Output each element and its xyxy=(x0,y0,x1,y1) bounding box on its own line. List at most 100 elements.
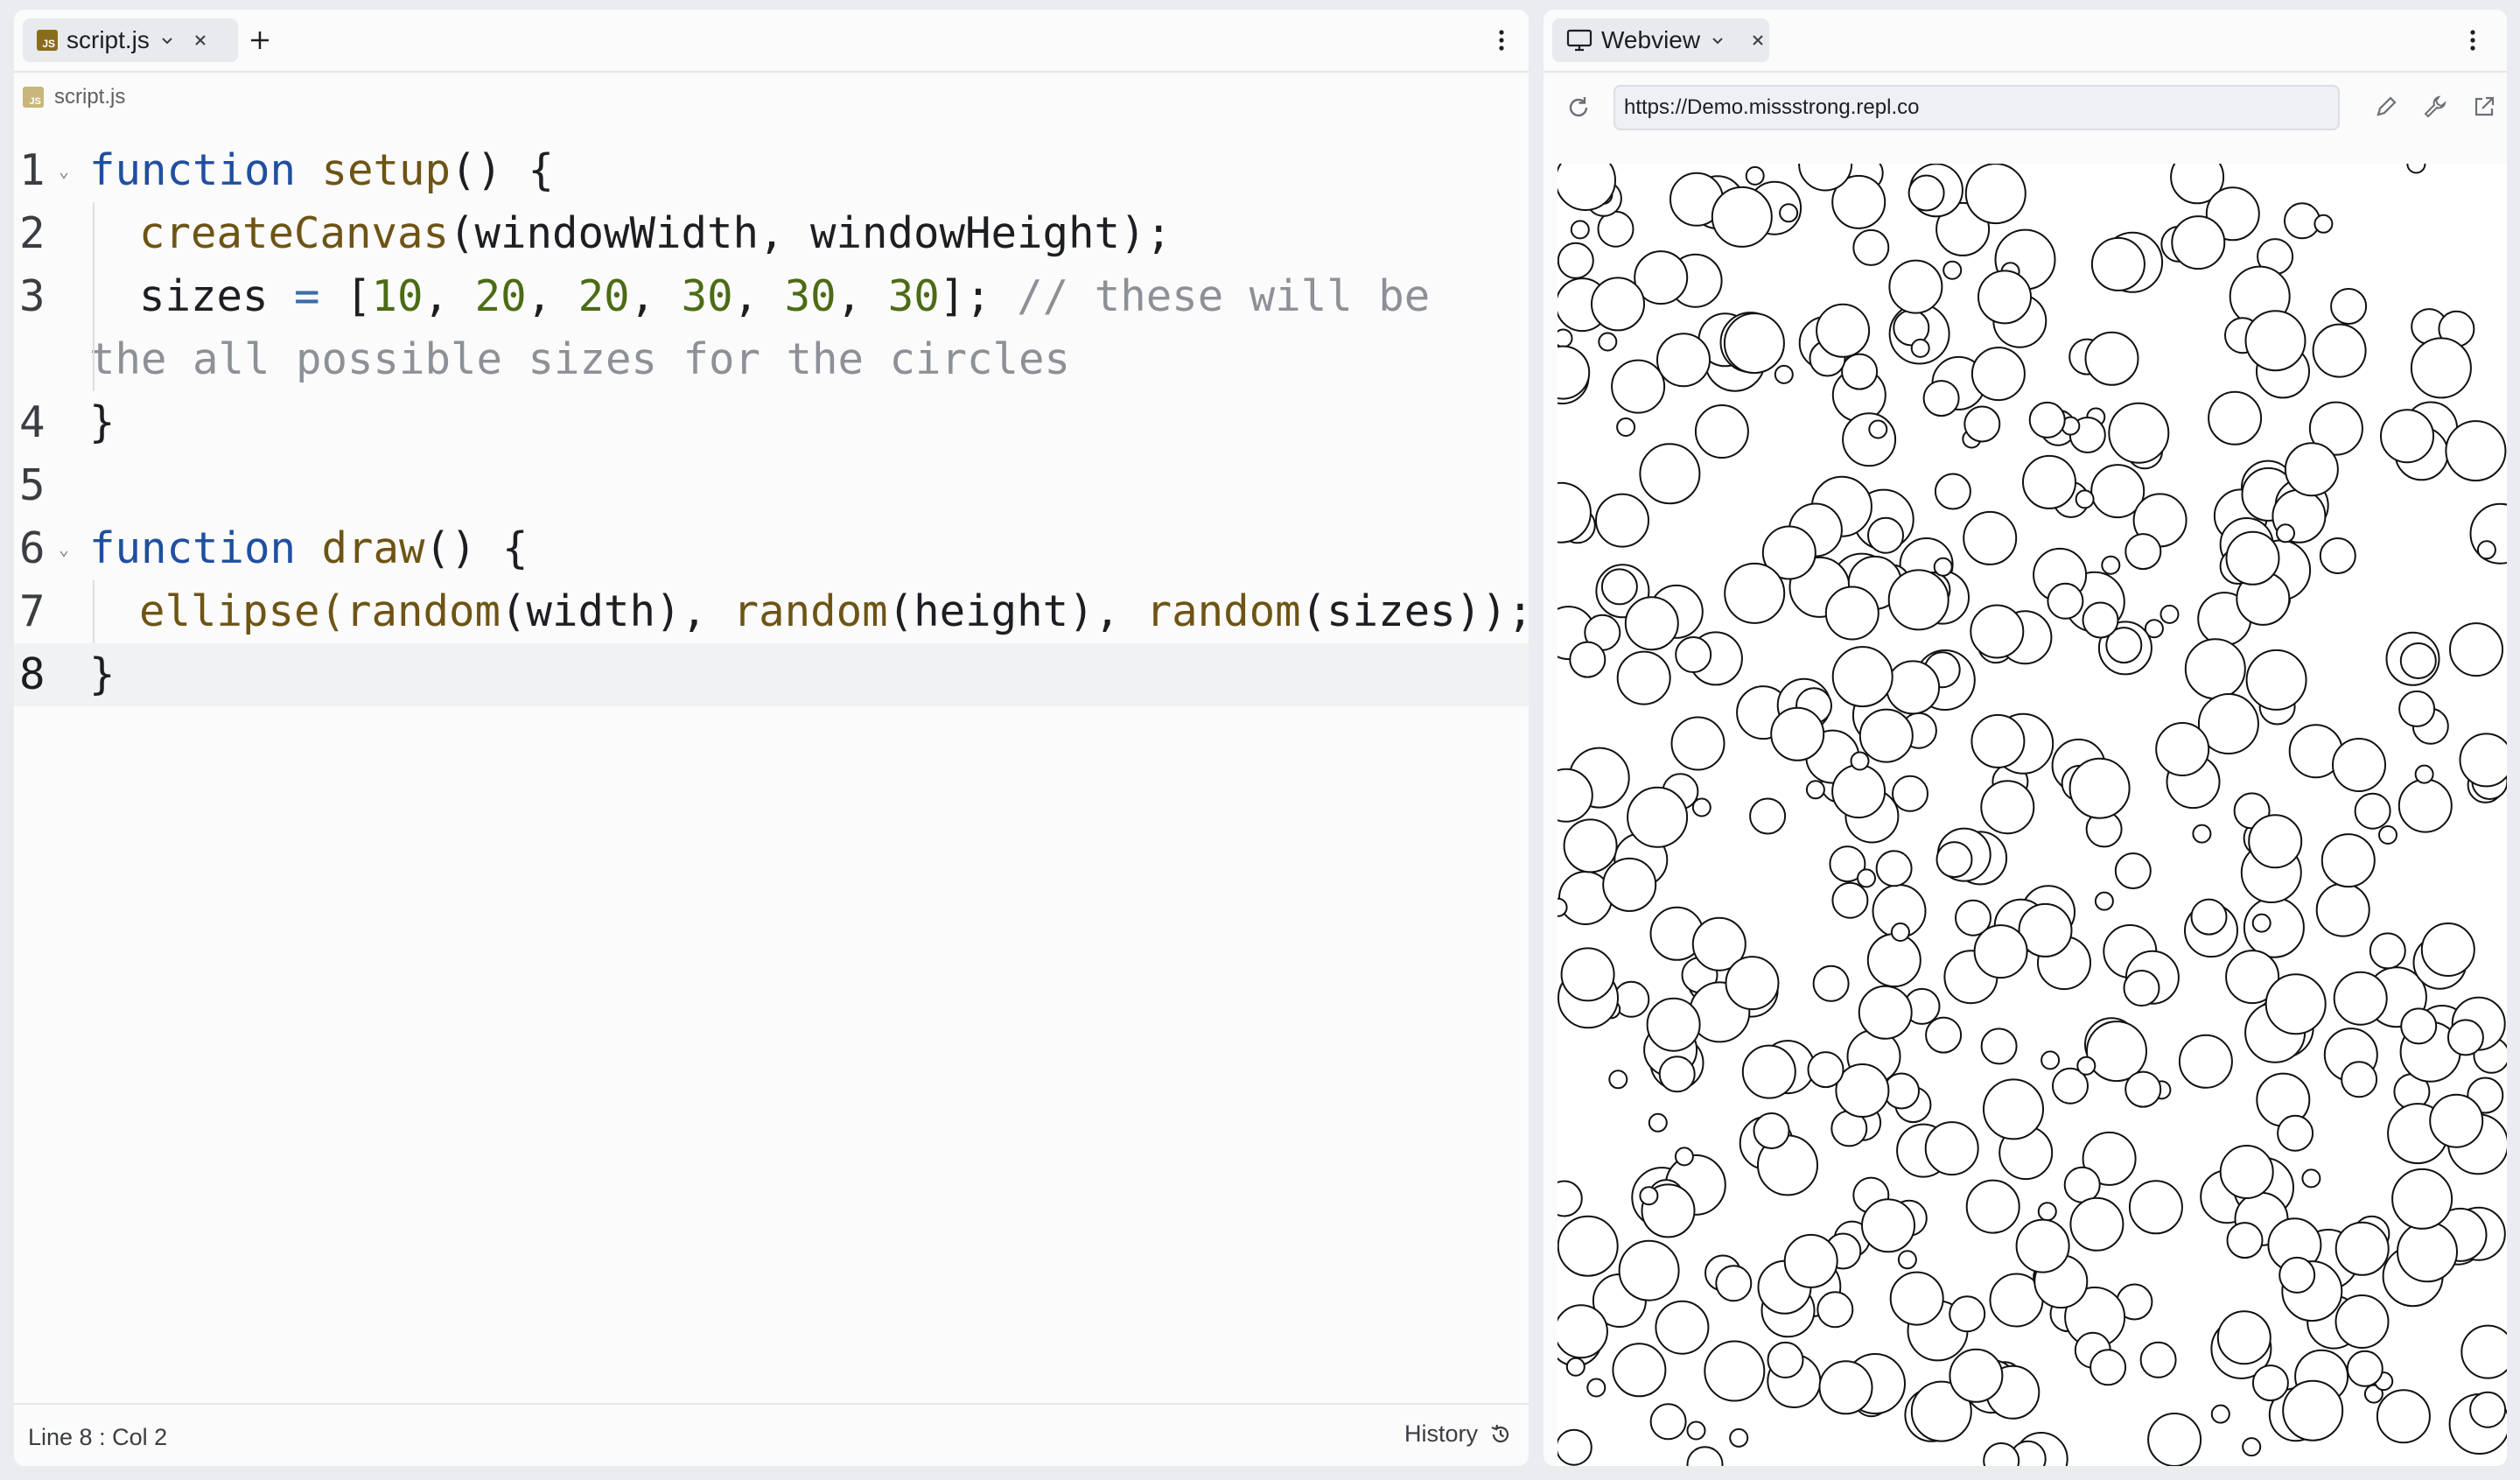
fold-chevron-icon[interactable]: ⌄ xyxy=(59,517,69,580)
code-text: } xyxy=(89,649,116,699)
code-line[interactable]: 7 ellipse(random(width), random(height),… xyxy=(14,580,1529,643)
code-editor[interactable]: 1 ⌄ function setup() { 2 createCanvas(wi… xyxy=(14,139,1529,706)
sketch-circle xyxy=(1807,1051,1844,1089)
sketch-circle xyxy=(2376,1389,2431,1444)
sketch-circle xyxy=(2124,533,2162,571)
new-tab-plus-icon[interactable] xyxy=(247,27,273,53)
sketch-circle xyxy=(2090,236,2146,291)
sketch-circle xyxy=(1783,1233,1838,1288)
function-name: ellipse xyxy=(139,586,320,636)
editor-more-options-icon[interactable] xyxy=(1488,27,1515,53)
webview-tabbar: Webview xyxy=(1544,10,2507,73)
sketch-circle xyxy=(1558,1428,1592,1466)
sketch-circle xyxy=(2251,1364,2289,1402)
function-name: setup xyxy=(321,145,452,195)
sketch-circle xyxy=(1964,405,2001,443)
code-comment-wrapped: the all possible sizes for the circles xyxy=(89,334,1071,384)
sketch-circle xyxy=(2147,1413,2202,1466)
sketch-circle xyxy=(2139,1341,2177,1378)
wrench-icon[interactable] xyxy=(2422,94,2448,120)
sketch-circle xyxy=(2178,1034,2233,1089)
tab-script-js[interactable]: JS script.js xyxy=(23,18,238,62)
chevron-down-icon[interactable] xyxy=(1711,33,1725,47)
sketch-circle xyxy=(1618,1239,1680,1301)
code-line[interactable]: 5 xyxy=(14,454,1529,517)
js-file-icon: JS xyxy=(37,30,58,51)
sketch-circle xyxy=(1656,333,1711,388)
pencil-icon[interactable] xyxy=(2373,94,2399,120)
sketch-circle xyxy=(1611,359,1666,414)
sketch-circle xyxy=(1867,516,1904,554)
sketch-circle xyxy=(1824,586,1880,641)
code-line[interactable]: 4 } xyxy=(14,391,1529,454)
sketch-circle xyxy=(1858,985,1913,1040)
sketch-circle xyxy=(1674,1147,1694,1167)
line-number: 1 xyxy=(19,145,46,195)
sketch-circle xyxy=(1616,650,1671,705)
sketch-circle xyxy=(2398,778,2453,833)
code-comment: // these will be xyxy=(1017,271,1431,321)
sketch-circle xyxy=(1770,706,1825,761)
close-tab-icon[interactable] xyxy=(193,33,207,47)
code-line[interactable]: 1 ⌄ function setup() { xyxy=(14,139,1529,202)
number-literal: 10 xyxy=(371,271,424,321)
sketch-circle xyxy=(1983,1442,2020,1466)
sketch-circle xyxy=(2076,1056,2096,1076)
history-button[interactable]: History xyxy=(1404,1420,1513,1448)
sketch-circle xyxy=(1888,259,1943,314)
tab-label: script.js xyxy=(66,26,150,53)
code-text: (sizes)); xyxy=(1300,586,1529,636)
reload-icon[interactable] xyxy=(1564,94,1592,122)
sketch-circle xyxy=(2380,409,2434,464)
sketch-circle xyxy=(2312,323,2367,378)
sketch-circle xyxy=(1595,493,1649,548)
sketch-circle xyxy=(2333,971,2388,1026)
sketch-circle xyxy=(1889,1271,1944,1326)
sketch-circle xyxy=(2037,1202,2057,1222)
fold-chevron-icon[interactable]: ⌄ xyxy=(59,139,69,202)
sketch-circle xyxy=(1949,1295,1986,1333)
sketch-circle xyxy=(2155,722,2210,776)
breadcrumb-file[interactable]: script.js xyxy=(54,85,125,109)
sketch-circle xyxy=(2406,164,2426,174)
chevron-down-icon[interactable] xyxy=(160,33,174,47)
sketch-circle xyxy=(2459,733,2507,788)
sketch-circle xyxy=(1686,1420,1706,1441)
code-line[interactable]: 2 createCanvas(windowWidth, windowHeight… xyxy=(14,202,1529,265)
sketch-circle xyxy=(2319,537,2356,574)
code-line[interactable]: 6 ⌄ function draw() { xyxy=(14,517,1529,580)
cursor-position[interactable]: Line 8 : Col 2 xyxy=(28,1424,167,1451)
monitor-icon xyxy=(1566,29,1592,52)
sketch-circle xyxy=(1600,568,1638,606)
sketch-circle xyxy=(1723,312,1785,375)
sketch-circle xyxy=(1868,419,1888,439)
sketch-circle xyxy=(2128,1180,2183,1235)
code-line[interactable]: 3 sizes = [10, 20, 20, 30, 30, 30]; // t… xyxy=(14,265,1529,391)
close-tab-icon[interactable] xyxy=(1751,33,1765,47)
sketch-circle xyxy=(1741,1044,1796,1099)
sketch-circle xyxy=(2315,882,2370,937)
open-external-icon[interactable] xyxy=(2471,94,2497,120)
sketch-circle xyxy=(2124,1070,2162,1108)
webview-more-options-icon[interactable] xyxy=(2460,27,2486,53)
sketch-circle xyxy=(2469,1391,2507,1428)
sketch-circle xyxy=(2219,1145,2274,1199)
code-line-active[interactable]: 8 } xyxy=(14,643,1529,706)
sketch-circle xyxy=(2264,973,2327,1035)
line-number: 3 xyxy=(19,271,46,321)
code-text: () { xyxy=(451,145,555,195)
sketch-circle xyxy=(1842,412,1897,467)
sketch-circle xyxy=(1858,708,1914,763)
sketch-circle xyxy=(2084,331,2139,386)
sketch-circle xyxy=(2320,833,2376,888)
sketch-circle xyxy=(2184,638,2246,700)
sketch-canvas[interactable] xyxy=(1558,164,2507,1466)
sketch-circle xyxy=(1965,1179,2020,1234)
sketch-circle xyxy=(1816,1291,1854,1329)
url-input[interactable] xyxy=(1614,85,2340,130)
indent-guide xyxy=(93,202,94,391)
keyword: function xyxy=(89,145,297,195)
tab-webview[interactable]: Webview xyxy=(1552,18,1769,62)
sketch-circle xyxy=(1980,1028,2018,1065)
sketch-circle xyxy=(1753,1112,1790,1149)
